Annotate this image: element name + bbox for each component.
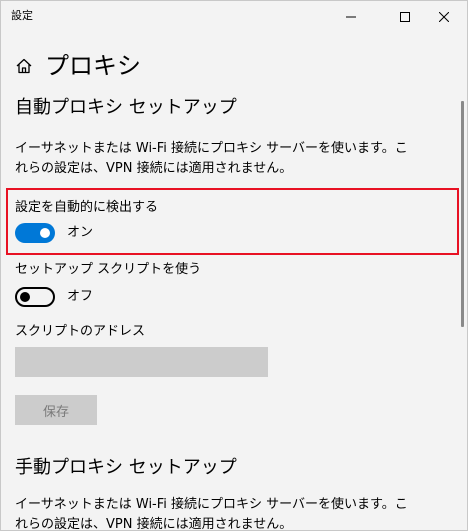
close-icon [439,12,449,22]
manual-proxy-heading: 手動プロキシ セットアップ [15,457,237,478]
save-button[interactable]: 保存 [15,395,97,425]
minimize-button[interactable] [328,1,374,33]
close-button[interactable] [421,1,467,33]
minimize-icon [346,16,356,18]
scrollbar[interactable] [461,101,464,327]
manual-proxy-description: イーサネットまたは Wi-Fi 接続にプロキシ サーバーを使います。これらの設定… [15,497,408,531]
script-address-input[interactable] [15,347,268,377]
toggle-knob [20,292,30,302]
auto-detect-toggle[interactable] [15,223,55,243]
script-address-label: スクリプトのアドレス [15,324,146,339]
auto-proxy-heading: 自動プロキシ セットアップ [15,97,237,118]
auto-proxy-description: イーサネットまたは Wi-Fi 接続にプロキシ サーバーを使います。これらの設定… [15,141,408,176]
settings-window: 設定 プロキシ 自動プロキシ セットアップ イーサネットまたは Wi-Fi 接続… [0,0,468,531]
setup-script-label: セットアップ スクリプトを使う [15,262,202,277]
toggle-knob [40,228,50,238]
maximize-icon [400,12,410,22]
window-title: 設定 [11,9,33,22]
title-bar: 設定 [1,1,467,33]
auto-detect-toggle-row: オン [15,223,93,243]
auto-detect-label: 設定を自動的に検出する [15,200,159,215]
page-title: プロキシ [45,52,141,80]
setup-script-toggle[interactable] [15,287,55,307]
page-header: プロキシ [15,51,141,81]
setup-script-state: オフ [67,289,94,304]
auto-detect-state: オン [67,225,94,240]
home-button[interactable] [15,57,33,75]
setup-script-toggle-row: オフ [15,287,93,307]
home-icon [16,58,32,74]
